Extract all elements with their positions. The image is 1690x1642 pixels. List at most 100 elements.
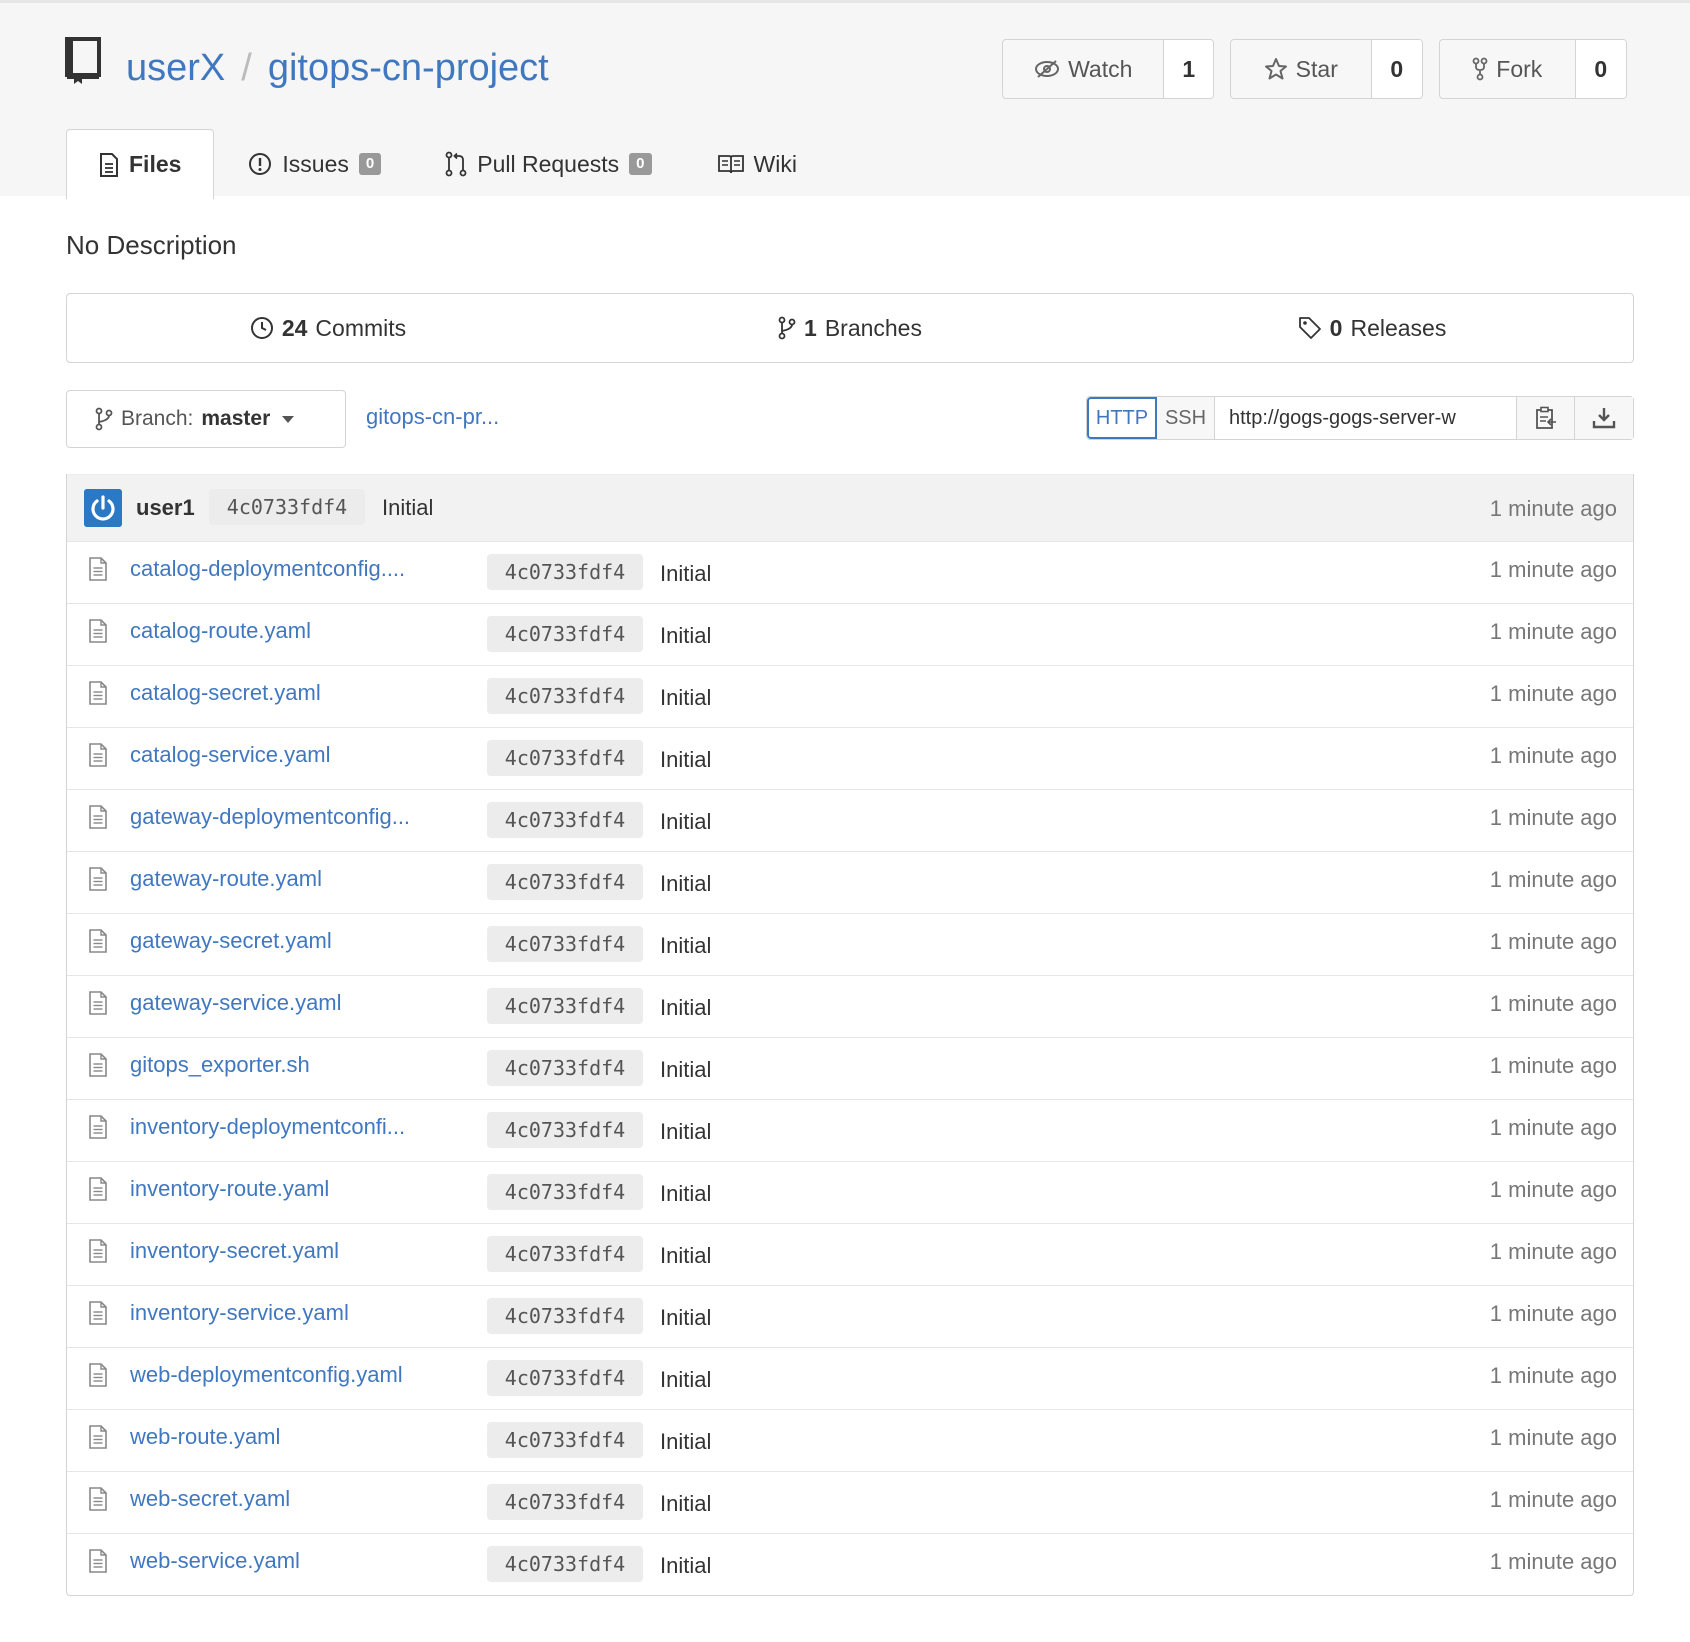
- clone-http-button[interactable]: HTTP: [1087, 397, 1157, 439]
- fork-icon: [1472, 57, 1488, 81]
- file-commit-sha-button[interactable]: 4c0733fdf4: [487, 740, 643, 776]
- star-label: Star: [1295, 55, 1338, 82]
- tab-files[interactable]: Files: [66, 129, 215, 199]
- file-commit-message: Initial: [660, 933, 712, 958]
- branch-prefix: Branch:: [121, 407, 194, 430]
- file-name-link[interactable]: catalog-secret.yaml: [130, 680, 450, 706]
- breadcrumb-repo-link[interactable]: gitops-cn-pr...: [366, 404, 499, 430]
- watch-count[interactable]: 1: [1163, 40, 1213, 98]
- file-commit-sha-button[interactable]: 4c0733fdf4: [487, 1174, 643, 1210]
- repo-separator: /: [241, 47, 252, 89]
- file-name-link[interactable]: inventory-deploymentconfi...: [130, 1114, 450, 1140]
- file-name-link[interactable]: web-deploymentconfig.yaml: [130, 1362, 450, 1388]
- file-commit-sha-button[interactable]: 4c0733fdf4: [487, 1360, 643, 1396]
- file-commit-sha-button[interactable]: 4c0733fdf4: [487, 1236, 643, 1272]
- file-name-link[interactable]: catalog-service.yaml: [130, 742, 450, 768]
- table-row: web-deploymentconfig.yaml 4c0733fdf4 Initi…: [67, 1347, 1633, 1409]
- table-row: gateway-deploymentconfig... 4c0733fdf4 Ini…: [67, 789, 1633, 851]
- star-button[interactable]: Star: [1231, 40, 1371, 98]
- releases-stat-link[interactable]: 0 Releases: [1111, 294, 1633, 362]
- commit-author[interactable]: user1: [136, 495, 195, 521]
- file-commit-time: 1 minute ago: [1489, 1177, 1617, 1202]
- file-name-link[interactable]: gateway-route.yaml: [130, 866, 450, 892]
- fork-button-group: Fork 0: [1439, 39, 1627, 99]
- file-commit-time: 1 minute ago: [1489, 991, 1617, 1016]
- clipboard-icon: [1535, 406, 1556, 429]
- branches-count: 1: [804, 314, 817, 341]
- table-row: web-service.yaml 4c0733fdf4 Initial 1 minut…: [67, 1533, 1633, 1595]
- file-icon: [89, 929, 107, 953]
- file-name-link[interactable]: gateway-deploymentconfig...: [130, 804, 450, 830]
- file-name-link[interactable]: inventory-route.yaml: [130, 1176, 450, 1202]
- file-commit-sha-button[interactable]: 4c0733fdf4: [487, 1546, 643, 1582]
- table-row: gitops_exporter.sh 4c0733fdf4 Initial 1 min…: [67, 1037, 1633, 1099]
- file-commit-sha-button[interactable]: 4c0733fdf4: [487, 1298, 643, 1334]
- avatar[interactable]: [84, 489, 122, 527]
- file-name-link[interactable]: web-service.yaml: [130, 1548, 450, 1574]
- book-icon: [717, 155, 744, 174]
- commit-sha-button[interactable]: 4c0733fdf4: [209, 489, 365, 525]
- file-name-link[interactable]: inventory-service.yaml: [130, 1300, 450, 1326]
- repo-name-link[interactable]: gitops-cn-project: [268, 47, 549, 89]
- file-commit-message: Initial: [660, 1553, 712, 1578]
- file-commit-sha-button[interactable]: 4c0733fdf4: [487, 1422, 643, 1458]
- branch-selector[interactable]: Branch: master: [66, 390, 346, 448]
- file-commit-time: 1 minute ago: [1489, 1549, 1617, 1574]
- file-commit-sha-button[interactable]: 4c0733fdf4: [487, 678, 643, 714]
- file-icon: [89, 991, 107, 1015]
- file-icon: [89, 1363, 107, 1387]
- tab-pull-requests[interactable]: Pull Requests 0: [445, 129, 652, 199]
- commits-label: Commits: [315, 314, 407, 341]
- file-name-link[interactable]: gateway-service.yaml: [130, 990, 450, 1016]
- file-commit-sha-button[interactable]: 4c0733fdf4: [487, 1484, 643, 1520]
- file-name-link[interactable]: gateway-secret.yaml: [130, 928, 450, 954]
- file-name-link[interactable]: catalog-route.yaml: [130, 618, 450, 644]
- clone-url-input[interactable]: http://gogs-gogs-server-w: [1215, 397, 1517, 439]
- repo-owner-link[interactable]: userX: [126, 47, 225, 89]
- file-commit-sha-button[interactable]: 4c0733fdf4: [487, 802, 643, 838]
- download-archive-button[interactable]: [1575, 397, 1633, 439]
- watch-label: Watch: [1068, 55, 1133, 82]
- branches-stat-link[interactable]: 1 Branches: [589, 294, 1111, 362]
- copy-url-button[interactable]: [1517, 397, 1575, 439]
- tab-wiki[interactable]: Wiki: [717, 129, 797, 199]
- watch-button[interactable]: Watch: [1003, 40, 1163, 98]
- file-commit-sha-button[interactable]: 4c0733fdf4: [487, 864, 643, 900]
- fork-count[interactable]: 0: [1574, 40, 1626, 98]
- commits-stat-link[interactable]: 24 Commits: [67, 294, 589, 362]
- file-commit-sha-button[interactable]: 4c0733fdf4: [487, 1112, 643, 1148]
- fork-button[interactable]: Fork: [1440, 40, 1575, 98]
- file-commit-sha-button[interactable]: 4c0733fdf4: [487, 554, 643, 590]
- file-name-link[interactable]: inventory-secret.yaml: [130, 1238, 450, 1264]
- file-icon: [89, 557, 107, 581]
- file-commit-message: Initial: [660, 1305, 712, 1330]
- star-count[interactable]: 0: [1370, 40, 1422, 98]
- repo-book-icon: [65, 37, 101, 84]
- file-name-link[interactable]: catalog-deploymentconfig....: [130, 556, 450, 582]
- clone-ssh-button[interactable]: SSH: [1157, 397, 1215, 439]
- download-icon: [1592, 408, 1616, 429]
- file-icon: [89, 1301, 107, 1325]
- file-commit-sha-button[interactable]: 4c0733fdf4: [487, 616, 643, 652]
- file-commit-sha-button[interactable]: 4c0733fdf4: [487, 926, 643, 962]
- table-row: catalog-deploymentconfig.... 4c0733fdf4 In…: [67, 541, 1633, 603]
- table-row: inventory-deploymentconfi... 4c0733fdf4 In…: [67, 1099, 1633, 1161]
- file-commit-time: 1 minute ago: [1489, 805, 1617, 830]
- table-row: gateway-route.yaml 4c0733fdf4 Initial 1 min…: [67, 851, 1633, 913]
- file-name-link[interactable]: web-route.yaml: [130, 1424, 450, 1450]
- file-name-link[interactable]: gitops_exporter.sh: [130, 1052, 450, 1078]
- issue-opened-icon: [249, 153, 272, 175]
- file-name-link[interactable]: web-secret.yaml: [130, 1486, 450, 1512]
- file-commit-message: Initial: [660, 1491, 712, 1516]
- file-commit-time: 1 minute ago: [1489, 681, 1617, 706]
- tab-issues[interactable]: Issues 0: [248, 129, 382, 199]
- commit-message: Initial: [382, 495, 434, 520]
- repo-tabs: Files Issues 0 Pull Requests 0 Wiki: [66, 129, 797, 199]
- repo-header: userX / gitops-cn-project Watch 1 Star 0 F…: [0, 3, 1690, 199]
- fork-label: Fork: [1496, 55, 1543, 82]
- file-commit-sha-button[interactable]: 4c0733fdf4: [487, 1050, 643, 1086]
- file-commit-time: 1 minute ago: [1489, 929, 1617, 954]
- file-commit-sha-button[interactable]: 4c0733fdf4: [487, 988, 643, 1024]
- commits-count: 24: [281, 314, 308, 341]
- releases-label: Releases: [1350, 314, 1447, 341]
